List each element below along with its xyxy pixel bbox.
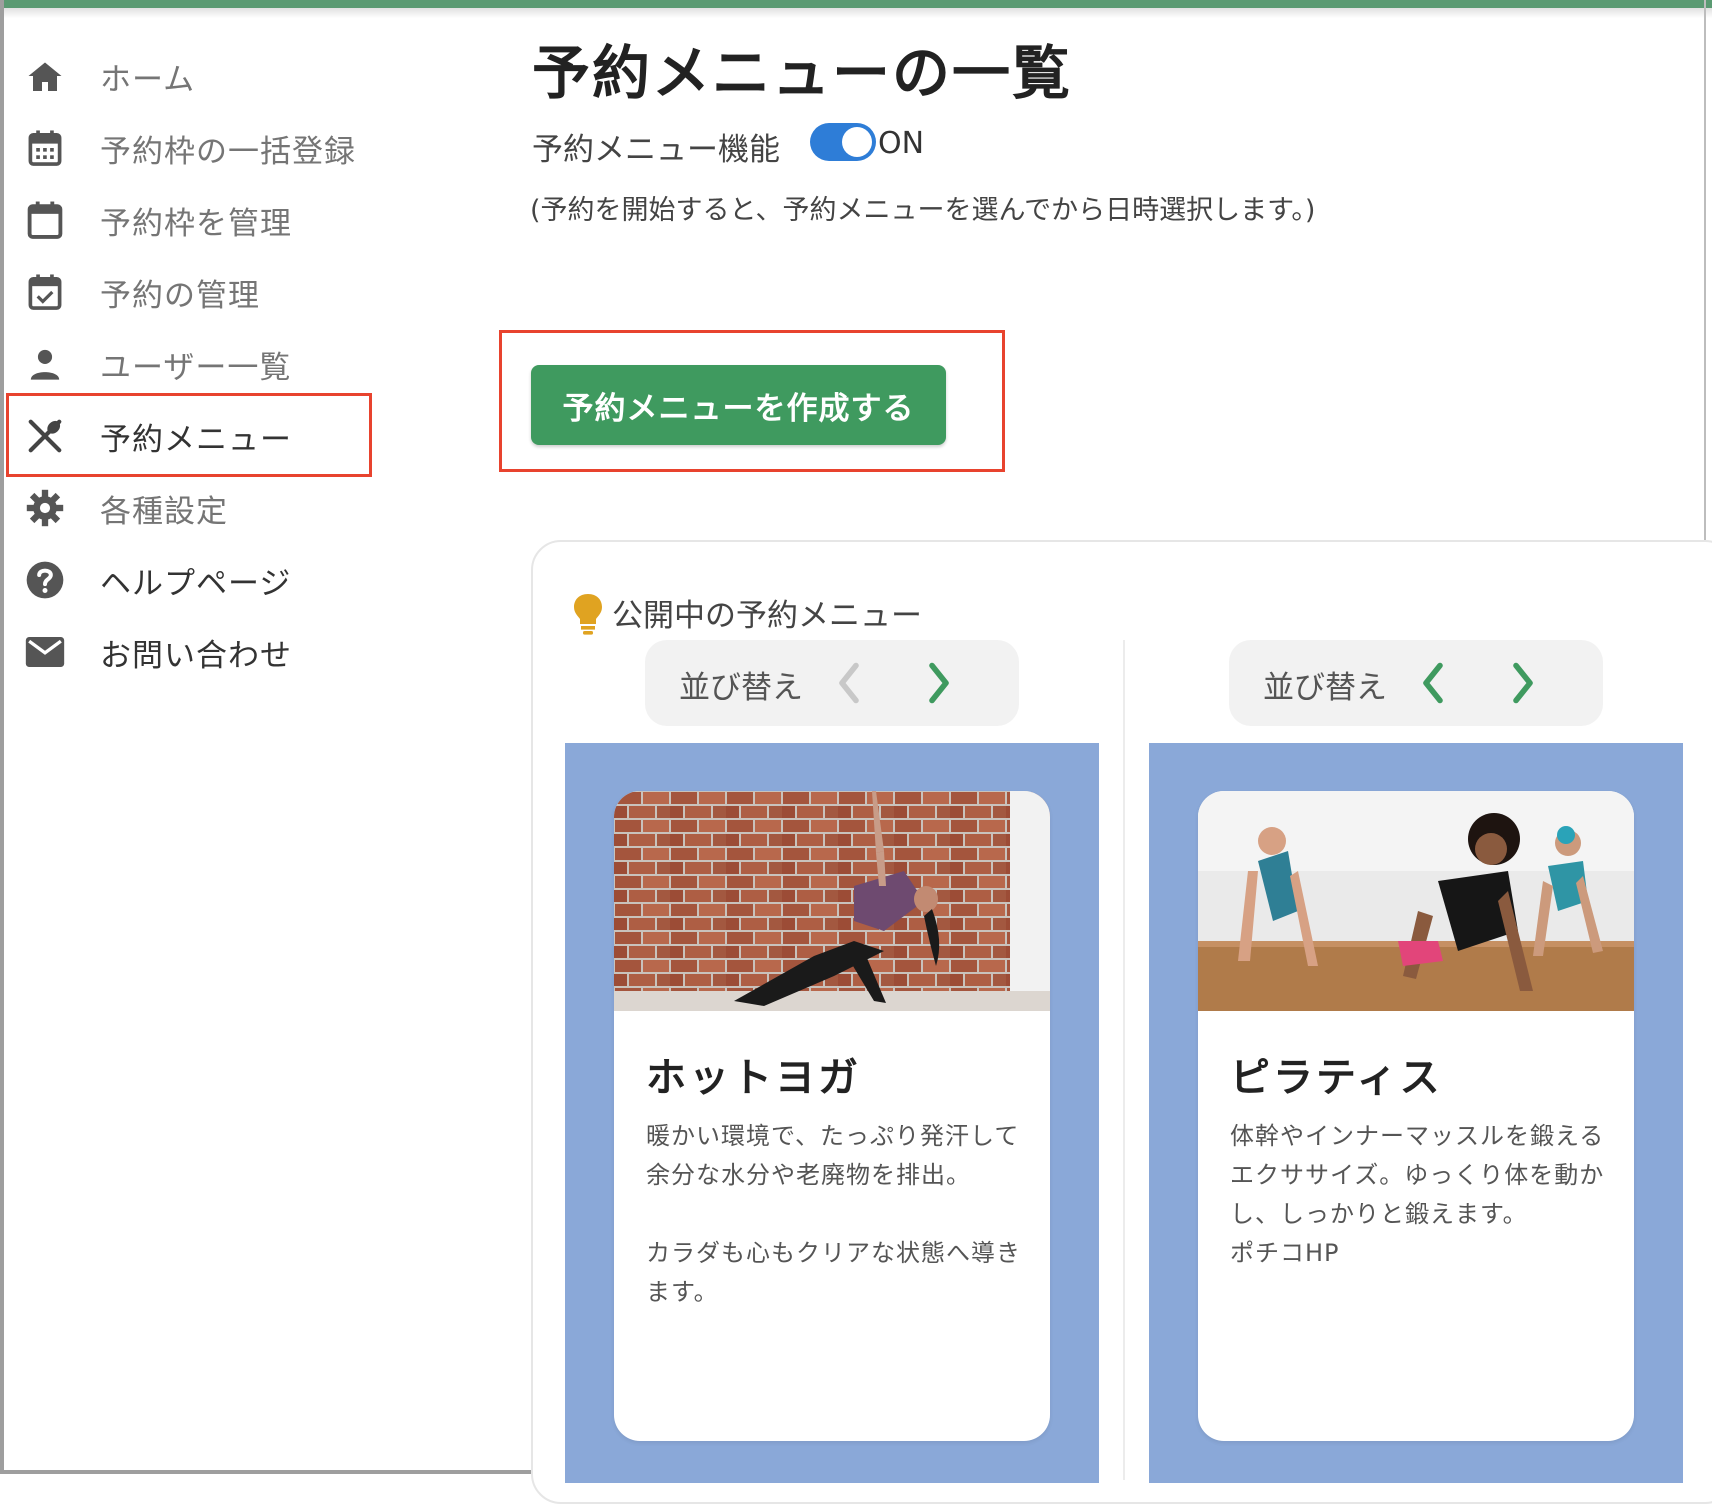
nav-highlight-box <box>6 393 372 477</box>
chevron-right-icon[interactable] <box>1503 658 1543 708</box>
sidebar-item-label: 予約枠の一括登録 <box>100 133 356 170</box>
sidebar-item-manage-slots[interactable]: 予約枠を管理 <box>6 184 376 256</box>
sidebar-item-label: お問い合わせ <box>100 637 292 674</box>
panel-title: 公開中の予約メニュー <box>612 598 922 634</box>
sidebar-item-manage-bookings[interactable]: 予約の管理 <box>6 256 376 328</box>
help-circle-icon <box>24 559 66 601</box>
menu-card-pilates[interactable]: ピラティス 体幹やインナーマッスルを鍛えるエクササイズ。ゆっくり体を動かし、しっ… <box>1198 791 1634 1441</box>
sidebar-item-settings[interactable]: 各種設定 <box>6 472 376 544</box>
person-icon <box>24 343 66 385</box>
gear-icon <box>24 487 66 529</box>
calendar-check-icon <box>24 271 66 313</box>
mail-icon <box>24 631 66 673</box>
menu-name: ピラティス <box>1230 1055 1443 1101</box>
sort-bar: 並び替え <box>1229 640 1603 726</box>
sidebar-item-home[interactable]: ホーム <box>6 40 376 112</box>
toggle-knob <box>842 127 872 157</box>
sidebar-item-users[interactable]: ユーザー一覧 <box>6 328 376 400</box>
feature-toggle-label: 予約メニュー機能 <box>532 132 780 168</box>
pilates-photo <box>1198 791 1634 1011</box>
sidebar-item-label: ヘルプページ <box>100 565 292 602</box>
page-title: 予約メニューの一覧 <box>532 39 1073 107</box>
sort-label: 並び替え <box>679 670 803 706</box>
calendar-grid-icon <box>24 127 66 169</box>
menu-description: 体幹やインナーマッスルを鍛えるエクササイズ。ゆっくり体を動かし、しっかりと鍛えま… <box>1230 1122 1605 1267</box>
home-icon <box>24 55 66 97</box>
feature-note: (予約を開始すると、予約メニューを選んでから日時選択します。) <box>530 195 1316 226</box>
hot-yoga-photo <box>614 791 1050 1011</box>
sidebar-item-label: 各種設定 <box>100 493 228 530</box>
sidebar-item-label: 予約の管理 <box>100 277 260 314</box>
feature-toggle[interactable] <box>810 123 876 161</box>
lightbulb-icon <box>572 592 604 640</box>
sidebar-item-label: ユーザー一覧 <box>100 349 292 386</box>
sidebar-item-help[interactable]: ヘルプページ <box>6 544 376 616</box>
sidebar-item-bulk-register[interactable]: 予約枠の一括登録 <box>6 112 376 184</box>
menu-name: ホットヨガ <box>646 1055 861 1101</box>
toggle-state-text: ON <box>878 126 925 161</box>
chevron-left-icon[interactable] <box>829 658 869 708</box>
calendar-blank-icon <box>24 199 66 241</box>
chevron-right-icon[interactable] <box>919 658 959 708</box>
create-menu-button[interactable]: 予約メニューを作成する <box>531 365 946 445</box>
sort-bar: 並び替え <box>645 640 1019 726</box>
sidebar-item-contact[interactable]: お問い合わせ <box>6 616 376 688</box>
sidebar-item-label: 予約枠を管理 <box>100 205 292 242</box>
sort-label: 並び替え <box>1263 670 1387 706</box>
sidebar-item-label: ホーム <box>100 61 196 98</box>
menu-card-hot-yoga[interactable]: ホットヨガ 暖かい環境で、たっぷり発汗して余分な水分や老廃物を排出。 カラダも心… <box>614 791 1050 1441</box>
chevron-left-icon[interactable] <box>1413 658 1453 708</box>
menu-description: 暖かい環境で、たっぷり発汗して余分な水分や老廃物を排出。 カラダも心もクリアな状… <box>646 1122 1021 1306</box>
column-divider <box>1123 640 1125 1480</box>
